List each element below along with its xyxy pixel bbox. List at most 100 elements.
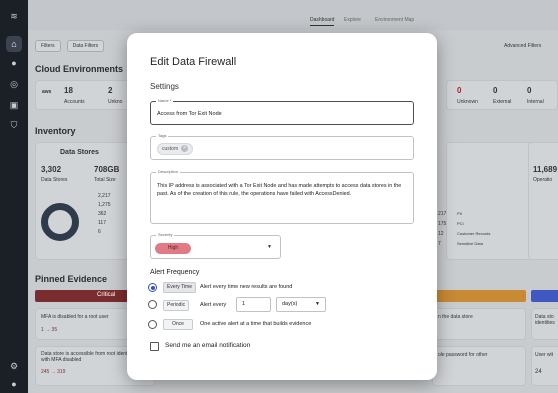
cloud-environments-title: Cloud Environments [35,64,124,74]
operations-count: 11,689 [533,165,558,174]
evidence-card[interactable]: Data sto identities [531,308,558,340]
critical-label: Critical [97,292,116,298]
edit-data-firewall-modal: Edit Data Firewall Settings Name * Acces… [127,33,437,380]
tab-explore[interactable]: Explore [344,17,361,23]
evidence-title: MFA is disabled for a root user [41,314,109,320]
evidence-title: n the data store [438,314,473,320]
description-field-label: Description [156,169,181,174]
tags-field[interactable]: Tags custom × [150,133,414,160]
total-size-label: Total Size [94,177,116,183]
severity-select[interactable]: Severity High ▼ [150,232,281,259]
home-icon[interactable]: ⌂ [6,36,22,52]
evidence-title: Data sto identities [535,314,555,326]
legend-value: 1,275 [98,202,111,208]
total-size: 708GB [94,165,120,174]
left-nav-rail: ≋ ⌂ ● ◎ ▣ ⛉ ⚙ ● [0,0,28,393]
name-field-value: Access from Tor Exit Node [157,111,222,117]
external-count: 0 [493,86,498,95]
evidence-card[interactable]: ole password for other [432,346,526,386]
every-time-tag: Every Time [163,282,197,293]
period-unit-select[interactable]: day(s) ▼ [276,297,326,312]
data-stores-card[interactable]: Data Stores 3,302 Data Stores 708GB Tota… [35,142,130,260]
class-count: 175 [438,221,447,227]
high-header [432,290,526,302]
top-nav: Dashboard Explore Environment Map [28,0,558,30]
tag-chip[interactable]: custom × [157,143,194,155]
description-text: This IP address is associated with a Tor… [157,183,402,198]
operations-label: Operatio [533,177,553,183]
aws-label: Accounts [64,99,85,105]
email-notification-label: Send me an email notification [165,342,251,349]
data-stores-title: Data Stores [60,149,99,156]
shield-icon[interactable]: ⛉ [6,117,22,133]
operations-card[interactable]: 11,689 Operatio [528,142,558,260]
alerts-icon[interactable]: ● [6,55,22,71]
data-stores-label: Data Stores [41,177,68,183]
period-number-input[interactable]: 1 [236,297,271,312]
inventory-title: Inventory [35,126,76,136]
avatar[interactable]: ● [6,376,22,392]
evidence-counts: 24 [535,369,542,375]
frequency-option-once[interactable]: Once One active alert at a time that bui… [148,318,418,332]
modal-title: Edit Data Firewall [150,56,237,68]
right-unknown-count: 0 [457,86,462,95]
advanced-filters-button[interactable]: Advanced Filters [504,43,541,49]
legend-value: 2,217 [98,193,111,199]
class-count: 12 [438,231,444,237]
tab-environment-map[interactable]: Environment Map [375,17,414,23]
once-tag: Once [163,319,193,330]
cloud-card-right[interactable]: 0 Unknown 0 External 0 Internal [446,80,558,110]
chevron-down-icon: ▼ [315,301,320,307]
right-unknown-label: Unknown [457,99,478,105]
alert-frequency-heading: Alert Frequency [150,269,200,276]
periodic-tag: Periodic [163,300,190,311]
radio-once[interactable] [148,320,157,329]
periodic-text: Alert every [200,302,227,308]
frequency-option-every-time[interactable]: Every Time Alert every time new results … [148,281,418,295]
evidence-counts: 245 → 319 [41,369,66,375]
cloud-card-left[interactable]: aws 18 Accounts 2 Unkno [35,80,130,110]
filters-button[interactable]: Filters [35,40,61,52]
close-icon[interactable]: × [181,145,189,153]
evidence-card[interactable]: User wit 24 [531,346,558,386]
inventory-icon[interactable]: ▣ [6,97,22,113]
class-count: 7 [438,241,441,247]
tags-field-label: Tags [156,133,169,138]
gear-icon[interactable]: ⚙ [6,358,22,374]
every-time-text: Alert every time new results are found [200,284,293,290]
once-text: One active alert at a time that builds e… [200,321,312,327]
severity-field-label: Severity [156,232,175,237]
tag-chip-label: custom [162,146,179,152]
internal-label: Internal [527,99,544,105]
class-label: PCI [457,221,464,226]
tab-dashboard[interactable]: Dashboard [310,17,335,26]
medium-header [531,290,558,302]
class-label: Customer Records [457,231,491,236]
evidence-title: User wit [535,352,554,358]
data-stores-count: 3,302 [41,165,62,174]
legend-value: 6 [98,229,101,235]
radio-every-time[interactable] [148,283,157,292]
frequency-option-periodic[interactable]: Periodic Alert every 1 day(s) ▼ [148,297,418,313]
globe-icon[interactable]: ◎ [6,76,22,92]
description-field[interactable]: Description This IP address is associate… [150,169,414,224]
external-label: External [493,99,512,105]
evidence-card[interactable]: n the data store [432,308,526,340]
pinned-evidence-title: Pinned Evidence [35,274,108,284]
radio-periodic[interactable] [148,300,157,309]
data-classes-card[interactable]: 217 PII 175 PCI 12 Customer Records 7 Se… [438,142,536,260]
evidence-title: Data store is accessible from root ident… [41,351,137,363]
email-notification-checkbox[interactable] [150,342,159,351]
severity-badge: High [155,243,191,254]
settings-heading: Settings [150,82,179,91]
period-unit-value: day(s) [282,301,298,307]
chevron-down-icon: ▼ [267,244,272,250]
class-count: 217 [438,211,447,217]
name-field[interactable]: Name * Access from Tor Exit Node [150,98,414,125]
unknown-count: 2 [108,86,113,95]
class-label: Sensitive Data [457,241,483,246]
unknown-label: Unkno [108,99,123,105]
app-logo-icon[interactable]: ≋ [6,8,22,24]
aws-logo: aws [42,89,52,95]
data-filters-button[interactable]: Data Filters [66,40,105,52]
